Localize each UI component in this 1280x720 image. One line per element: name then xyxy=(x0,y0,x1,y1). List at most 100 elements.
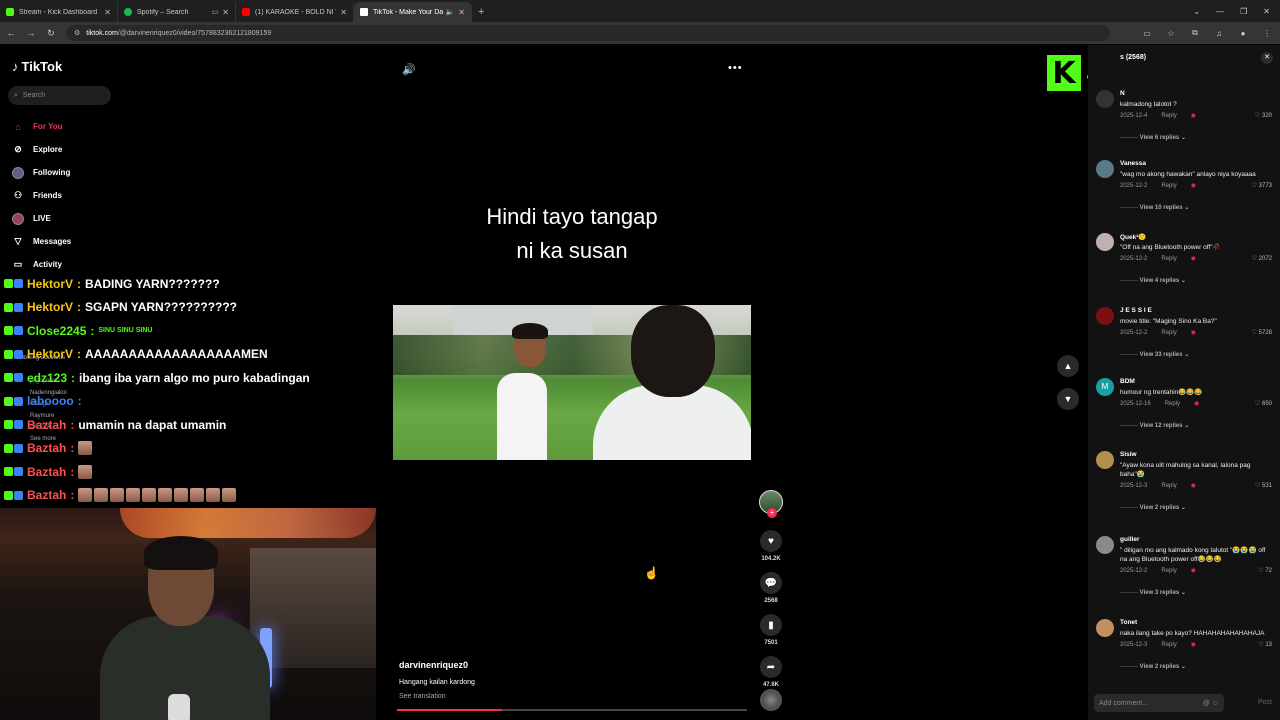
site-info-icon[interactable]: ⚙ xyxy=(74,29,80,37)
next-video-button[interactable]: ▼ xyxy=(1057,388,1079,410)
commenter-avatar[interactable] xyxy=(1096,619,1114,637)
reply-button[interactable]: Reply xyxy=(1161,113,1176,119)
previous-video-button[interactable]: ▲ xyxy=(1057,355,1079,377)
like-action[interactable]: ♥ 104.2K xyxy=(760,530,782,562)
url-field[interactable]: ⚙ tiktok.com/@darvinenriquez0/video/7578… xyxy=(66,25,1110,41)
volume-icon[interactable]: 🔊 xyxy=(402,63,416,76)
reply-button[interactable]: Reply xyxy=(1161,642,1176,648)
browser-menu-icon[interactable]: ⋮ xyxy=(1260,29,1274,38)
creator-reply-icon[interactable]: ◉ xyxy=(1194,400,1199,407)
tiktok-logo[interactable]: ♪ TikTok xyxy=(12,59,62,74)
view-replies-link[interactable]: ——— View 4 replies ⌄ xyxy=(1120,277,1186,284)
mention-emoji-icons[interactable]: @ ☺ xyxy=(1203,700,1219,707)
commenter-avatar[interactable] xyxy=(1096,160,1114,178)
commenter-avatar[interactable] xyxy=(1096,307,1114,325)
view-replies-link[interactable]: ——— View 12 replies ⌄ xyxy=(1120,422,1189,429)
video-progress-bar[interactable] xyxy=(397,709,747,711)
save-action[interactable]: ▮ 7501 xyxy=(760,614,782,646)
tab-spotify[interactable]: Spotify – Search ▭ ✕ xyxy=(118,2,236,22)
commenter-name[interactable]: J E S S I E xyxy=(1120,307,1152,314)
reply-button[interactable]: Reply xyxy=(1161,256,1176,262)
sidebar-item-live[interactable]: LIVE xyxy=(12,207,71,230)
cast-icon[interactable]: ▭ xyxy=(1140,29,1154,38)
video-frame[interactable] xyxy=(393,305,751,460)
view-replies-link[interactable]: ——— View 33 replies ⌄ xyxy=(1120,351,1189,358)
see-translation-link[interactable]: See translation xyxy=(399,693,475,700)
share-action[interactable]: ➦ 47.6K xyxy=(760,656,782,688)
tab-search-icon[interactable]: ⌄ xyxy=(1193,7,1200,16)
share-icon[interactable]: ➦ xyxy=(760,656,782,678)
comment-icon[interactable]: 💬 xyxy=(760,572,782,594)
back-arrow-icon[interactable]: ← xyxy=(6,28,16,38)
comment-input[interactable]: Add comment... @ ☺ xyxy=(1094,694,1224,712)
maximize-button[interactable]: ❐ xyxy=(1240,7,1247,16)
sidebar-item-messages[interactable]: ▽ Messages xyxy=(12,230,72,253)
comment-like[interactable]: ♡ 3773 xyxy=(1252,182,1272,189)
comment-like[interactable]: ♡ 531 xyxy=(1255,482,1272,489)
tab-karaoke[interactable]: (1) KARAOKE - BOLD NI WALLY ✕ xyxy=(236,2,354,22)
creator-reply-icon[interactable]: ◉ xyxy=(1191,112,1196,119)
speaker-icon[interactable]: 🔈 xyxy=(446,8,455,16)
more-options-icon[interactable]: ••• xyxy=(728,62,743,74)
comment-like[interactable]: ♡ 72 xyxy=(1258,567,1272,574)
comment-like[interactable]: ♡ 5728 xyxy=(1252,329,1272,336)
view-replies-link[interactable]: ——— View 2 replies ⌄ xyxy=(1120,504,1186,511)
minimize-button[interactable]: — xyxy=(1216,7,1224,16)
sidebar-item-for-you[interactable]: ⌂ For You xyxy=(12,115,71,138)
heart-icon[interactable]: ♥ xyxy=(760,530,782,552)
close-comments-icon[interactable]: ✕ xyxy=(1261,52,1273,64)
commenter-name[interactable]: Tonet xyxy=(1120,619,1137,626)
close-window-button[interactable]: ✕ xyxy=(1263,7,1270,16)
extensions-icon[interactable]: ⧉ xyxy=(1188,28,1202,38)
reply-button[interactable]: Reply xyxy=(1165,401,1180,407)
commenter-avatar[interactable]: M xyxy=(1096,378,1114,396)
reply-button[interactable]: Reply xyxy=(1161,568,1176,574)
close-tab-icon[interactable]: ✕ xyxy=(104,8,111,17)
comment-like[interactable]: ♡ 13 xyxy=(1258,641,1272,648)
commenter-name[interactable]: Vanessa xyxy=(1120,160,1146,167)
comment-like[interactable]: ♡ 650 xyxy=(1255,400,1272,407)
close-tab-icon[interactable]: ✕ xyxy=(458,8,465,17)
creator-reply-icon[interactable]: ◉ xyxy=(1191,182,1196,189)
reply-button[interactable]: Reply xyxy=(1161,330,1176,336)
sidebar-item-friends[interactable]: ⚇ Friends xyxy=(12,184,71,207)
commenter-avatar[interactable] xyxy=(1096,536,1114,554)
commenter-name[interactable]: guiller xyxy=(1120,536,1140,543)
follow-plus-icon[interactable]: + xyxy=(767,508,777,518)
view-replies-link[interactable]: ——— View 6 replies ⌄ xyxy=(1120,134,1186,141)
close-tab-icon[interactable]: ✕ xyxy=(222,8,229,17)
sidebar-item-explore[interactable]: ⊘ Explore xyxy=(12,138,71,161)
profile-icon[interactable]: ● xyxy=(1236,29,1250,38)
reply-button[interactable]: Reply xyxy=(1161,183,1176,189)
creator-reply-icon[interactable]: ◉ xyxy=(1191,482,1196,489)
music-disc-icon[interactable] xyxy=(760,689,782,711)
post-button[interactable]: Post xyxy=(1258,699,1272,706)
commenter-name[interactable]: Sisiw xyxy=(1120,451,1137,458)
creator-avatar[interactable]: + xyxy=(759,490,783,518)
comment-action[interactable]: 💬 2568 xyxy=(760,572,782,604)
commenter-name[interactable]: N xyxy=(1120,90,1125,97)
bookmark-star-icon[interactable]: ☆ xyxy=(1164,29,1178,38)
comment-like[interactable]: ♡ 2072 xyxy=(1252,255,1272,262)
view-replies-link[interactable]: ——— View 2 replies ⌄ xyxy=(1120,663,1186,670)
close-tab-icon[interactable]: ✕ xyxy=(340,8,347,17)
reload-icon[interactable]: ↻ xyxy=(46,28,56,39)
media-control-icon[interactable]: ♫ xyxy=(1212,29,1226,38)
forward-arrow-icon[interactable]: → xyxy=(26,28,36,38)
creator-reply-icon[interactable]: ◉ xyxy=(1191,255,1196,262)
commenter-name[interactable]: Quek²🙂 xyxy=(1120,233,1147,241)
video-username[interactable]: darvinenriquez0 xyxy=(399,660,475,670)
commenter-avatar[interactable] xyxy=(1096,451,1114,469)
sidebar-item-following[interactable]: Following xyxy=(12,161,71,184)
tab-tiktok[interactable]: TikTok - Make Your Day 🔈 ✕ xyxy=(354,2,472,22)
commenter-avatar[interactable] xyxy=(1096,90,1114,108)
reply-button[interactable]: Reply xyxy=(1161,483,1176,489)
commenter-name[interactable]: BDM xyxy=(1120,378,1135,385)
view-replies-link[interactable]: ——— View 3 replies ⌄ xyxy=(1120,589,1186,596)
bookmark-icon[interactable]: ▮ xyxy=(760,614,782,636)
commenter-avatar[interactable] xyxy=(1096,233,1114,251)
creator-reply-icon[interactable]: ◉ xyxy=(1191,641,1196,648)
creator-reply-icon[interactable]: ◉ xyxy=(1191,567,1196,574)
view-replies-link[interactable]: ——— View 10 replies ⌄ xyxy=(1120,204,1189,211)
creator-reply-icon[interactable]: ◉ xyxy=(1191,329,1196,336)
